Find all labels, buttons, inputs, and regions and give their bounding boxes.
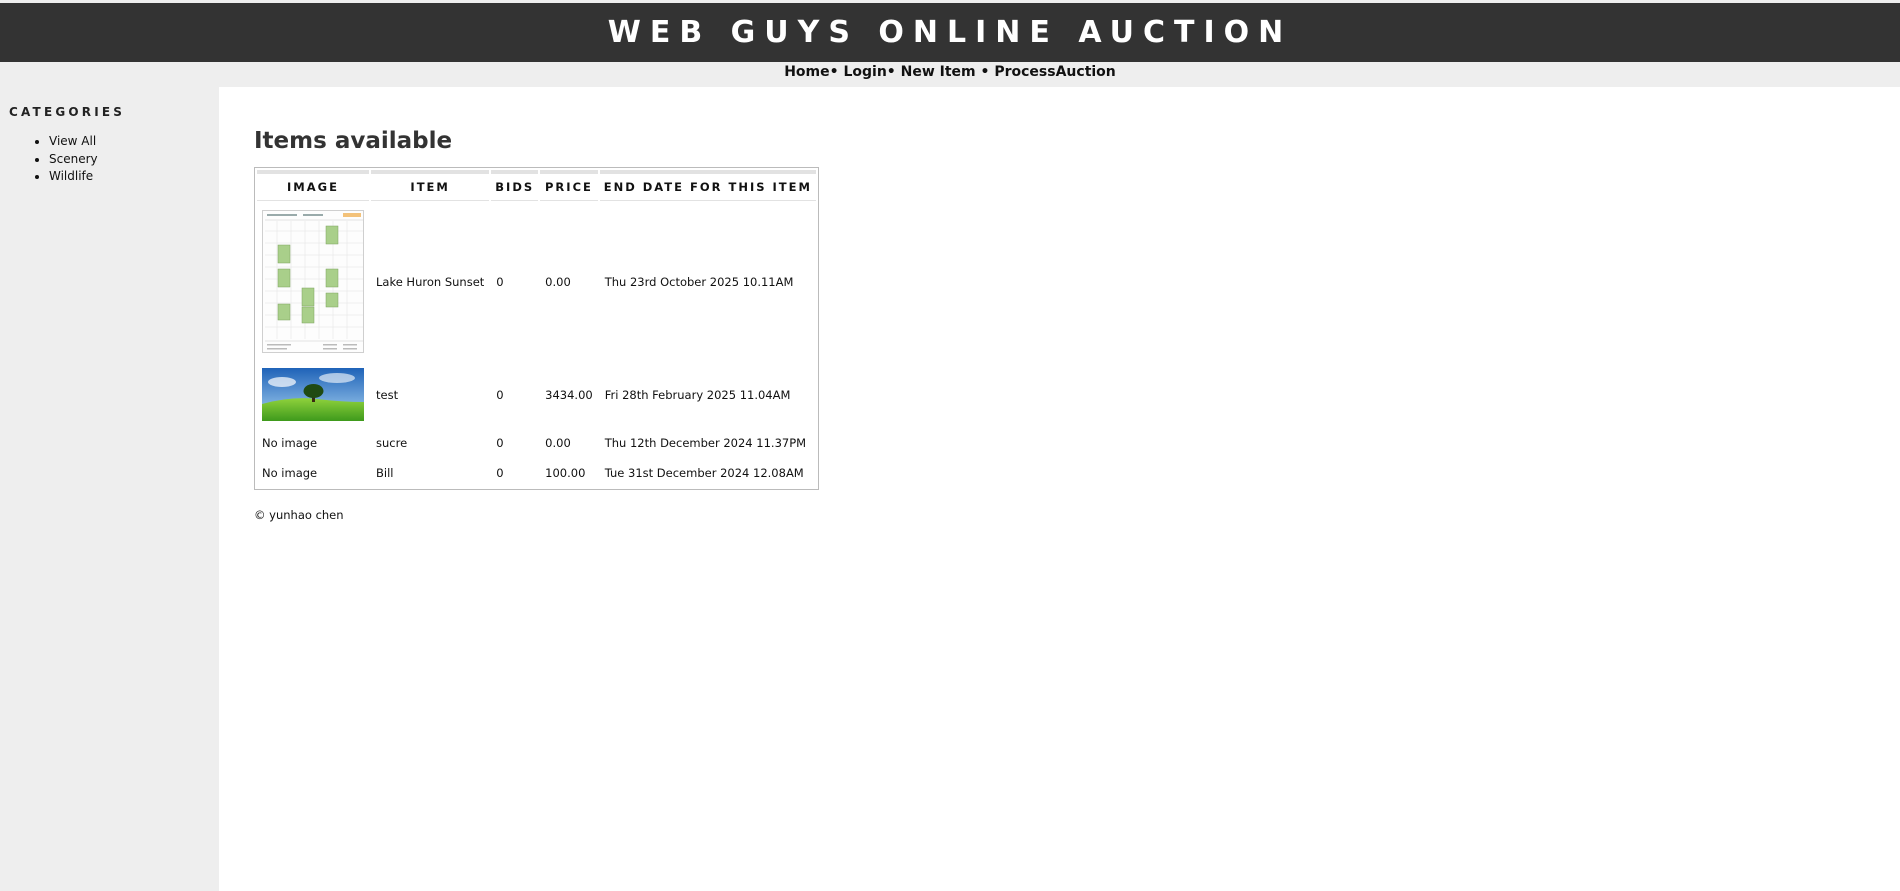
table-row: test 0 3434.00 Fri 28th February 2025 11… [257, 362, 816, 427]
items-table: IMAGE ITEM BIDS PRICE END DATE FOR THIS … [254, 167, 819, 490]
nav-process-auction-link[interactable]: ProcessAuction [994, 64, 1115, 80]
no-image-text: No image [262, 436, 318, 450]
site-title: WEB GUYS ONLINE AUCTION [607, 15, 1293, 50]
table-row: No image sucre 0 0.00 Thu 12th December … [257, 429, 816, 457]
column-header-end-date: END DATE FOR THIS ITEM [599, 170, 816, 201]
item-image-thumbnail[interactable] [262, 210, 364, 353]
top-navigation: Home• Login• New Item • ProcessAuction [0, 62, 1900, 87]
categories-heading: CATEGORIES [9, 105, 126, 119]
category-scenery-link[interactable]: Scenery [49, 152, 98, 166]
no-image-text: No image [262, 466, 318, 480]
tree-on-hill-image[interactable] [262, 368, 364, 421]
table-row: Lake Huron Sunset 0 0.00 Thu 23rd Octobe… [257, 203, 816, 360]
item-bids: 0 [496, 274, 504, 289]
category-wildlife-link[interactable]: Wildlife [49, 169, 93, 183]
item-end-date: Thu 23rd October 2025 10.11AM [604, 274, 794, 289]
item-bids: 0 [496, 436, 504, 450]
nav-login-link[interactable]: Login [843, 64, 886, 80]
item-name[interactable]: sucre [371, 429, 489, 457]
column-header-price: PRICE [540, 170, 598, 201]
categories-list: View All Scenery Wildlife [10, 133, 98, 186]
item-bids: 0 [496, 466, 504, 480]
footer-copyright: © yunhao chen [254, 508, 344, 522]
column-header-image: IMAGE [257, 170, 369, 201]
item-image-cell [257, 203, 369, 360]
item-price: 3434.00 [545, 387, 593, 402]
item-end-date: Thu 12th December 2024 11.37PM [604, 436, 807, 450]
main-content: Items available IMAGE ITEM BIDS PRICE EN… [219, 87, 1900, 891]
nav-separator: • [980, 64, 990, 80]
category-view-all-link[interactable]: View All [49, 134, 96, 148]
column-header-item: ITEM [371, 170, 490, 201]
item-price: 0.00 [545, 436, 571, 450]
item-end-date: Tue 31st December 2024 12.08AM [604, 466, 804, 480]
item-bids: 0 [496, 387, 504, 402]
column-header-bids: BIDS [491, 170, 539, 201]
sidebar: CATEGORIES View All Scenery Wildlife [0, 87, 219, 891]
nav-separator: • [886, 64, 896, 80]
item-price: 100.00 [545, 466, 586, 480]
nav-home-link[interactable]: Home [784, 64, 829, 80]
item-name[interactable]: test [371, 362, 489, 427]
category-item: Wildlife [49, 168, 98, 186]
nav-new-item-link[interactable]: New Item [901, 64, 976, 80]
item-image-cell [257, 362, 369, 427]
item-price: 0.00 [545, 274, 571, 289]
calendar-screenshot-image [263, 211, 363, 352]
table-header-row: IMAGE ITEM BIDS PRICE END DATE FOR THIS … [257, 170, 816, 201]
site-header: WEB GUYS ONLINE AUCTION [0, 3, 1900, 62]
page-title: Items available [254, 128, 453, 154]
item-name[interactable]: Bill [371, 459, 489, 487]
item-end-date: Fri 28th February 2025 11.04AM [604, 387, 791, 402]
item-name[interactable]: Lake Huron Sunset [371, 203, 489, 360]
category-item: View All [49, 133, 98, 151]
category-item: Scenery [49, 151, 98, 169]
table-row: No image Bill 0 100.00 Tue 31st December… [257, 459, 816, 487]
nav-separator: • [829, 64, 839, 80]
